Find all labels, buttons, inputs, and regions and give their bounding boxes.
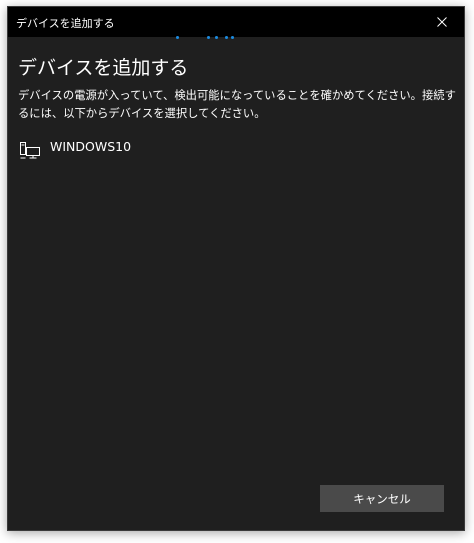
progress-dot [176,36,179,39]
computer-icon [20,142,40,159]
searching-progress-indicator [176,36,276,39]
add-device-dialog: デバイスを追加する デバイスを追加する デバイスの電源が入っていて、検出可能にな… [7,6,465,531]
device-list-item[interactable]: WINDOWS10 [14,135,194,165]
window-title: デバイスを追加する [16,17,115,30]
close-button[interactable] [420,7,464,37]
close-icon [437,17,447,27]
cancel-button[interactable]: キャンセル [320,485,444,512]
progress-dot [215,36,218,39]
progress-dot [225,36,228,39]
progress-dot [207,36,210,39]
title-bar[interactable]: デバイスを追加する [8,7,464,37]
progress-dot [231,36,234,39]
page-title: デバイスを追加する [18,57,189,79]
device-name: WINDOWS10 [50,139,132,154]
instructions-text: デバイスの電源が入っていて、検出可能になっていることを確かめてください。接続する… [18,89,456,120]
